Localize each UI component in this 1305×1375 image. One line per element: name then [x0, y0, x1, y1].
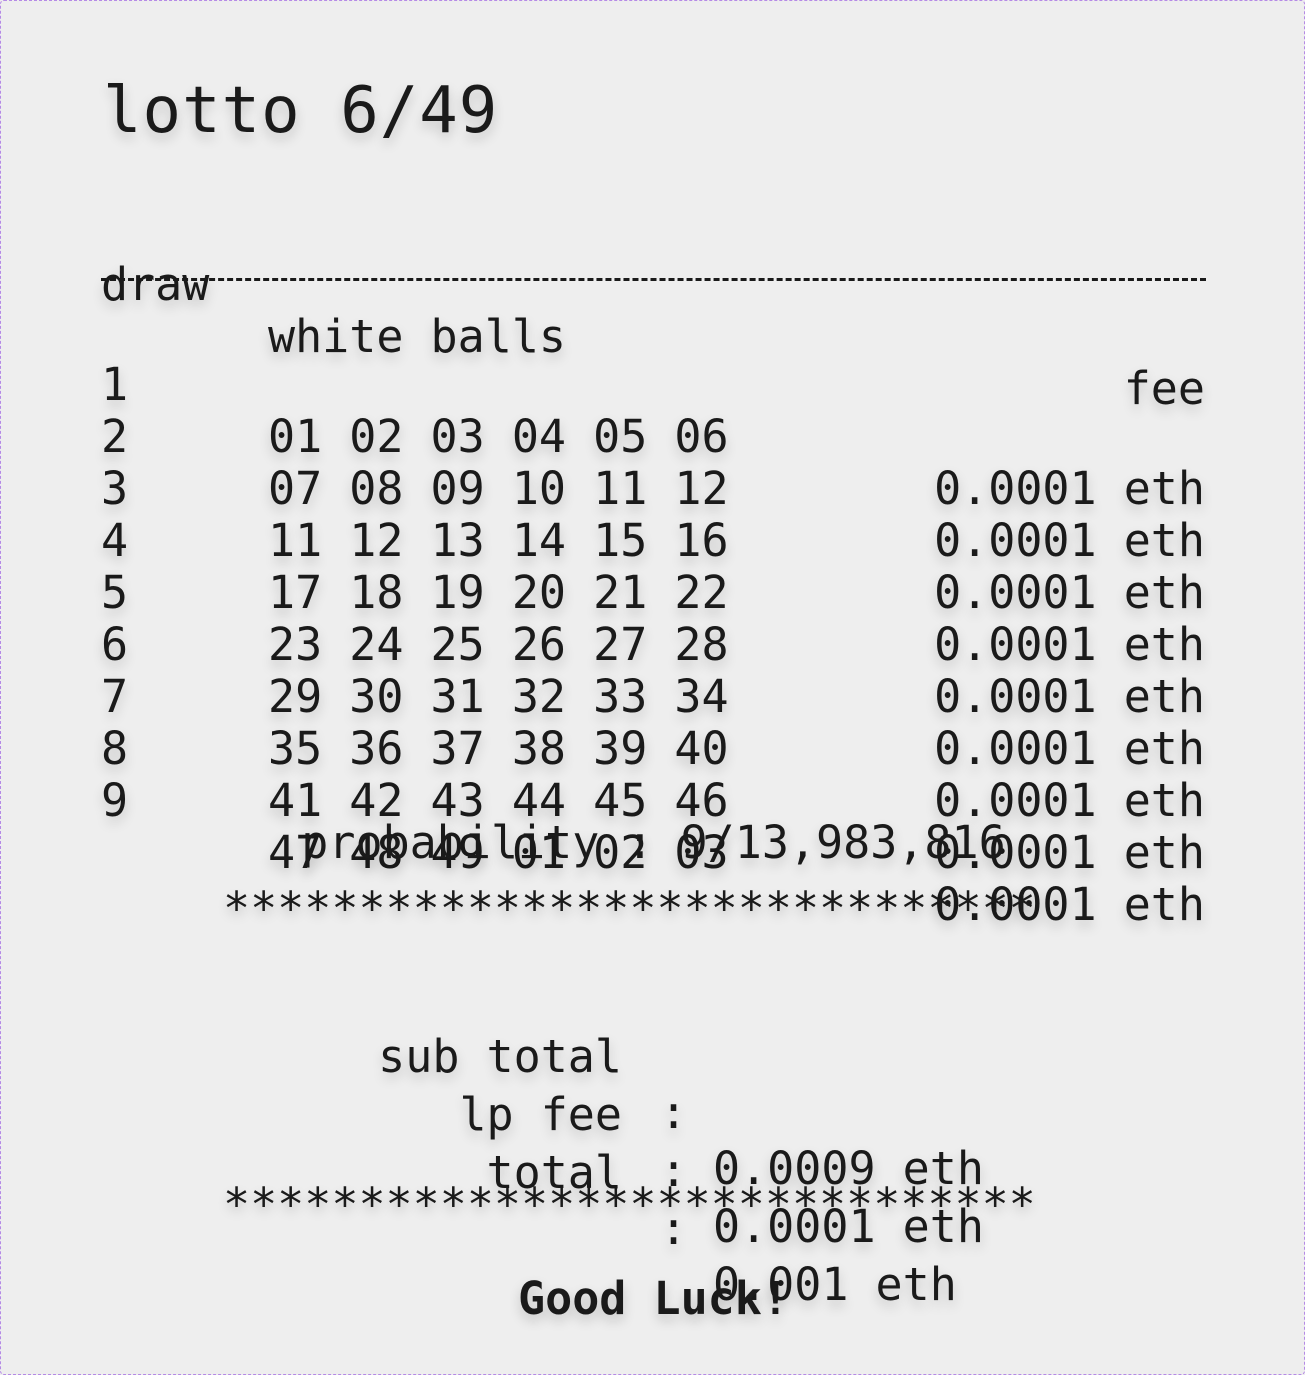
table-row: 9 47 48 49 01 02 03 0.0001 eth	[101, 723, 1205, 931]
summary-row: sub total : 0.0009 eth	[1, 973, 1305, 1195]
summary-row: lp fee : 0.0001 eth	[1, 1031, 1305, 1253]
table-row: 1 01 02 03 04 05 06 0.0001 eth	[101, 307, 1205, 515]
header-divider	[101, 278, 1206, 281]
table-row: 8 41 42 43 44 45 46 0.0001 eth	[101, 671, 1205, 879]
stars-divider-top: ******************************	[223, 882, 1036, 935]
table-row: 2 07 08 09 10 11 12 0.0001 eth	[101, 359, 1205, 567]
table-row: 5 23 24 25 26 27 28 0.0001 eth	[101, 515, 1205, 723]
probability-line: probability : 9/13,983,816	[301, 816, 1006, 869]
summary-row: total : 0.001 eth	[1, 1089, 1305, 1311]
ticket-title: lotto 6/49	[103, 74, 499, 148]
good-luck-message: Good Luck!	[518, 1272, 789, 1325]
table-row: 4 17 18 19 20 21 22 0.0001 eth	[101, 463, 1205, 671]
header-draw: draw	[101, 258, 210, 311]
stars-divider-bottom: ******************************	[223, 1178, 1036, 1231]
table-row: 7 35 36 37 38 39 40 0.0001 eth	[101, 619, 1205, 827]
table-header: draw white balls fee	[101, 207, 1205, 415]
table-row: 6 29 30 31 32 33 34 0.0001 eth	[101, 567, 1205, 775]
table-row: 3 11 12 13 14 15 16 0.0001 eth	[101, 411, 1205, 619]
ticket: lotto 6/49 draw white balls fee 1 01 02 …	[0, 0, 1305, 1375]
